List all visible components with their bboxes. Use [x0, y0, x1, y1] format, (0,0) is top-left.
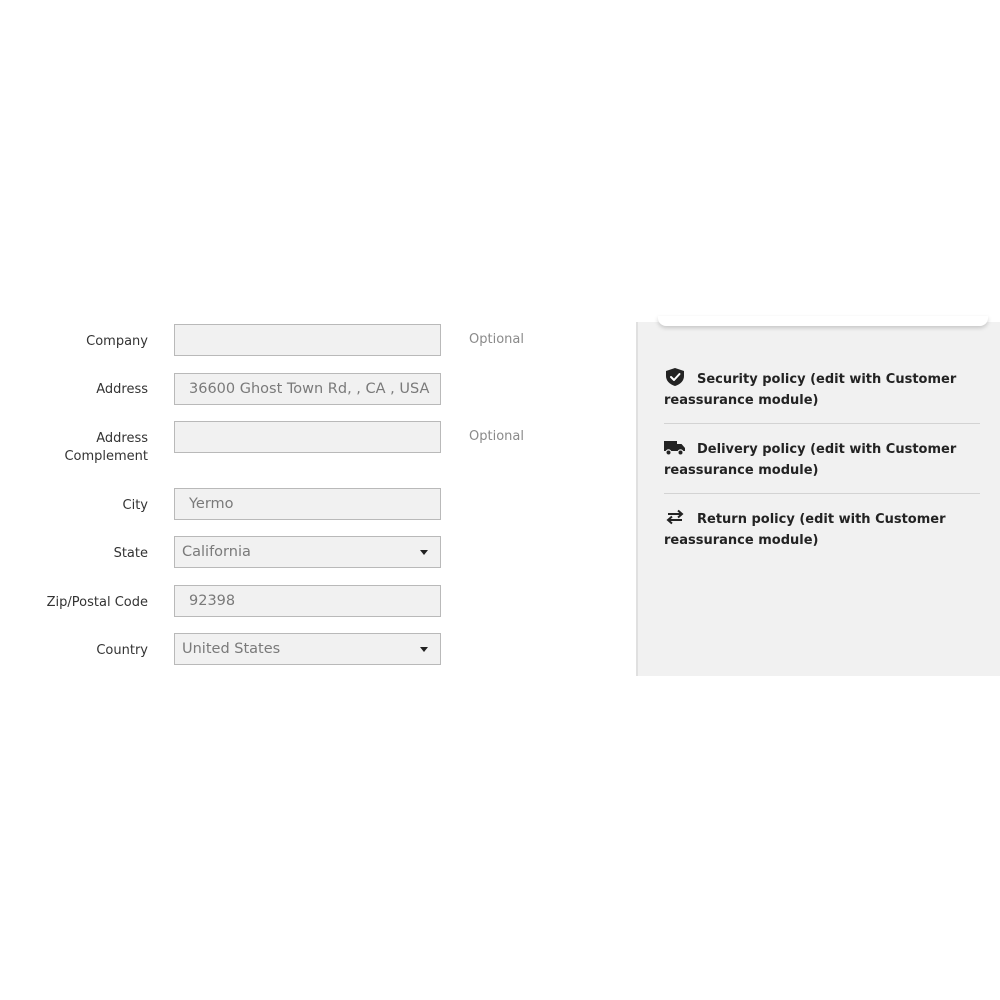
address-complement-label-line1: Address — [96, 431, 148, 446]
delivery-policy-text: Delivery policy (edit with Customer reas… — [664, 442, 957, 478]
city-label: City — [122, 498, 148, 513]
address-input[interactable] — [174, 373, 441, 405]
country-select[interactable]: United States — [174, 633, 441, 665]
address-form: Company Optional Address Address Complem… — [0, 0, 636, 1000]
swap-arrows-icon — [666, 509, 684, 525]
divider — [664, 493, 980, 494]
panel-top-card — [658, 316, 988, 326]
checkout-page: Company Optional Address Address Complem… — [0, 0, 1000, 1000]
address-complement-label-line2: Complement — [64, 449, 148, 464]
address-complement-label: Address Complement — [8, 430, 148, 466]
address-complement-input[interactable] — [174, 421, 441, 453]
return-policy-text: Return policy (edit with Customer reassu… — [664, 512, 946, 548]
reassurance-panel: Security policy (edit with Customer reas… — [636, 316, 1000, 676]
chevron-down-icon — [420, 646, 428, 652]
country-label: Country — [96, 643, 148, 658]
security-policy-text: Security policy (edit with Customer reas… — [664, 372, 957, 408]
chevron-down-icon — [420, 549, 428, 555]
company-label: Company — [86, 334, 148, 349]
divider — [664, 423, 980, 424]
state-label: State — [113, 546, 148, 561]
return-policy-item: Return policy (edit with Customer reassu… — [664, 508, 980, 551]
delivery-policy-item: Delivery policy (edit with Customer reas… — [664, 438, 980, 481]
truck-icon — [664, 441, 685, 456]
country-selected-value: United States — [182, 641, 281, 657]
city-input[interactable] — [174, 488, 441, 520]
security-policy-item: Security policy (edit with Customer reas… — [664, 368, 980, 411]
state-select[interactable]: California — [174, 536, 441, 568]
company-optional-note: Optional — [469, 332, 524, 347]
address-complement-optional-note: Optional — [469, 429, 524, 444]
state-selected-value: California — [182, 544, 251, 560]
address-label: Address — [96, 382, 148, 397]
company-input[interactable] — [174, 324, 441, 356]
zip-label: Zip/Postal Code — [46, 595, 148, 610]
shield-check-icon — [666, 368, 684, 386]
zip-input[interactable] — [174, 585, 441, 617]
